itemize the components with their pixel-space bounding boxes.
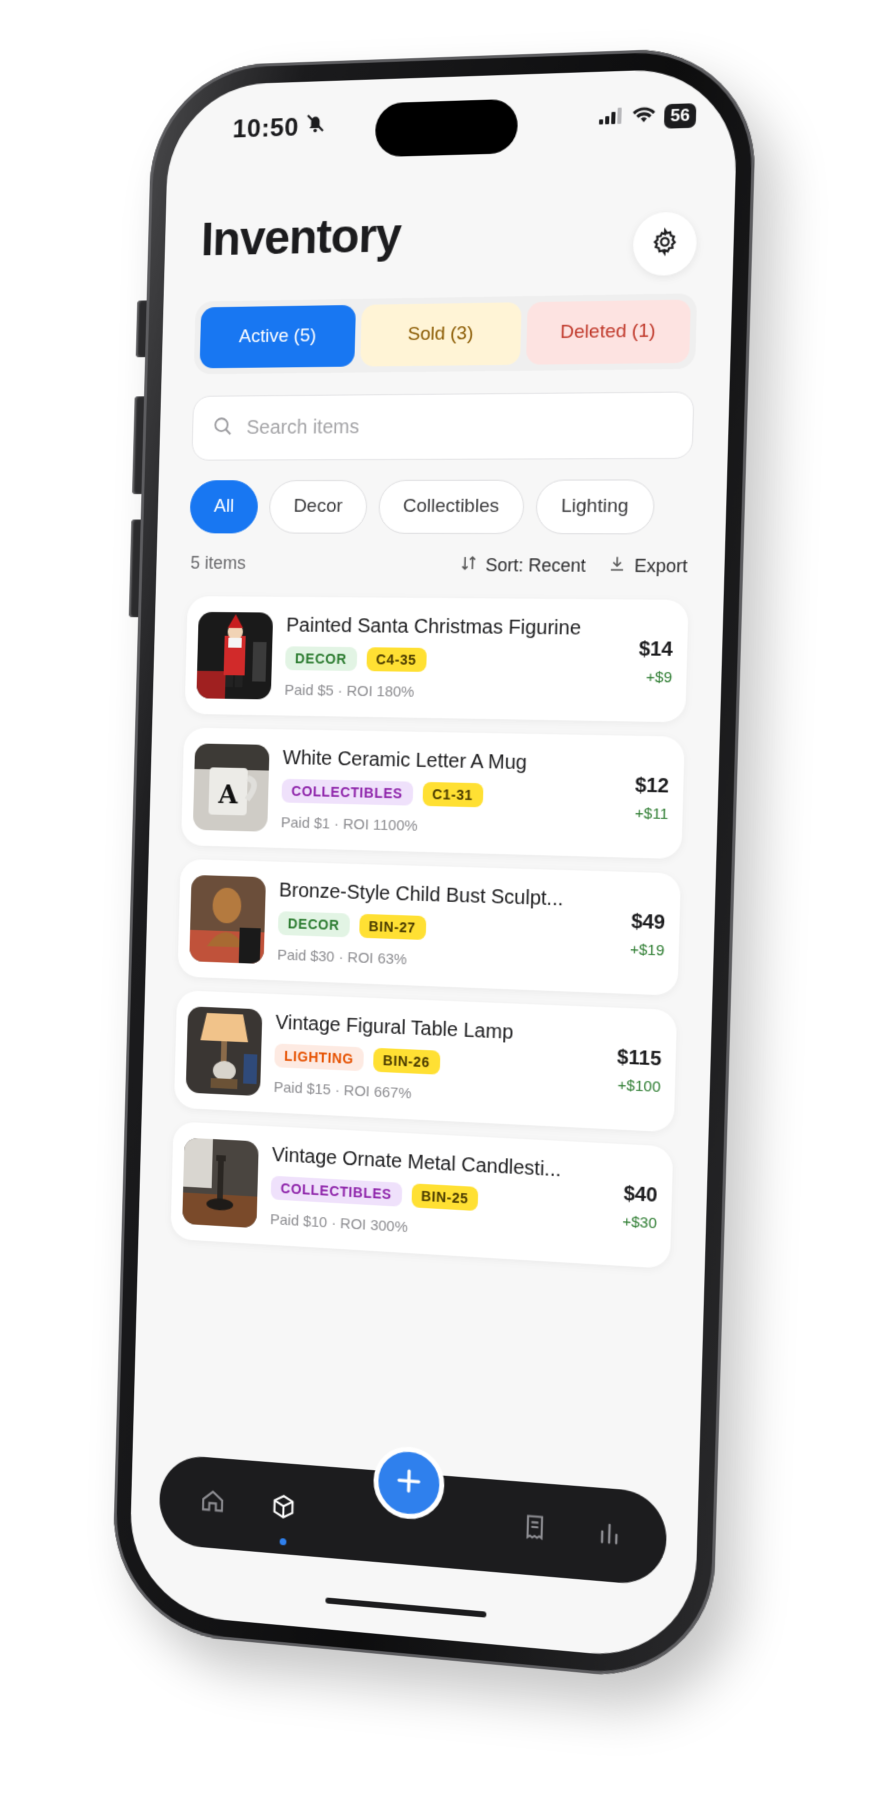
export-button[interactable]: Export — [608, 555, 688, 579]
category-tag: COLLECTIBLES — [281, 778, 413, 806]
item-photo-santa — [196, 611, 274, 700]
export-label: Export — [634, 555, 688, 577]
search-input[interactable] — [246, 413, 693, 440]
inventory-item-card[interactable]: A White Ceramic Letter A Mug COLLECTIBLE… — [181, 727, 685, 860]
item-title: Vintage Figural Table Lamp — [275, 1011, 514, 1044]
tab-deleted[interactable]: Deleted (1) — [525, 299, 691, 365]
tab-active[interactable]: Active (5) — [199, 304, 357, 369]
status-bar: 10:50 56 — [167, 67, 739, 175]
volume-up-button — [132, 396, 145, 495]
item-cost-roi: Paid $1 · ROI 1100% — [280, 814, 418, 835]
item-profit: +$100 — [617, 1076, 661, 1097]
nav-home[interactable] — [191, 1480, 234, 1527]
item-tags: LIGHTING BIN-26 — [274, 1043, 441, 1075]
inventory-item-card[interactable]: Bronze-Style Child Bust Sculpt... DECOR … — [177, 858, 681, 996]
sort-icon — [459, 554, 477, 577]
svg-text:A: A — [217, 780, 239, 811]
status-tabs: Active (5) Sold (3) Deleted (1) — [193, 293, 698, 375]
box-icon — [270, 1491, 298, 1526]
settings-button[interactable] — [632, 211, 698, 277]
item-photo-mug: A — [192, 743, 270, 832]
item-price: $14 — [638, 638, 674, 661]
item-cost-roi: Paid $15 · ROI 667% — [273, 1078, 412, 1103]
bell-muted-icon — [303, 111, 329, 138]
bin-tag: C4-35 — [366, 647, 427, 672]
plus-icon — [394, 1464, 424, 1501]
item-profit: +$19 — [629, 941, 665, 960]
list-actions: Sort: Recent Export — [459, 554, 688, 579]
nav-inventory[interactable] — [262, 1485, 306, 1532]
status-icons: 56 — [599, 103, 697, 130]
inventory-item-card[interactable]: Vintage Figural Table Lamp LIGHTING BIN-… — [173, 990, 678, 1133]
item-tags: DECOR C4-35 — [285, 646, 427, 672]
gear-icon — [650, 227, 680, 261]
item-profit: +$30 — [622, 1213, 658, 1233]
inventory-item-card[interactable]: Vintage Ornate Metal Candlesti... COLLEC… — [170, 1121, 674, 1269]
category-tag: DECOR — [277, 911, 350, 938]
page-title: Inventory — [200, 209, 402, 267]
home-indicator — [325, 1597, 487, 1618]
battery-indicator: 56 — [664, 103, 697, 129]
inventory-item-card[interactable]: Painted Santa Christmas Figurine DECOR C… — [184, 596, 689, 723]
item-title: Painted Santa Christmas Figurine — [285, 614, 582, 640]
dynamic-island — [374, 98, 519, 158]
volume-down-button — [128, 519, 141, 618]
search-icon — [212, 415, 234, 442]
wifi-icon — [631, 105, 656, 129]
filter-chip-collectibles[interactable]: Collectibles — [377, 479, 525, 535]
category-tag: DECOR — [285, 646, 357, 671]
item-photo-lamp — [185, 1006, 263, 1097]
item-photo-bust — [189, 874, 266, 964]
item-count: 5 items — [190, 552, 247, 573]
search-bar — [191, 391, 695, 461]
item-profit: +$11 — [634, 804, 669, 824]
bin-tag: BIN-25 — [411, 1183, 479, 1212]
inventory-list: Painted Santa Christmas Figurine DECOR C… — [170, 596, 689, 1283]
item-tags: COLLECTIBLES C1-31 — [281, 778, 484, 808]
sort-label: Sort: Recent — [485, 555, 586, 576]
bar-chart-icon — [595, 1517, 624, 1553]
filter-chip-all[interactable]: All — [189, 480, 259, 534]
bin-tag: BIN-26 — [372, 1047, 441, 1075]
nav-analytics[interactable] — [586, 1511, 632, 1559]
category-tag: COLLECTIBLES — [270, 1175, 402, 1207]
item-cost-roi: Paid $10 · ROI 300% — [269, 1211, 408, 1237]
item-price: $12 — [634, 774, 670, 798]
cellular-signal-icon — [599, 107, 624, 129]
item-profit: +$9 — [645, 668, 673, 687]
sort-button[interactable]: Sort: Recent — [459, 554, 586, 578]
bottom-nav — [158, 1444, 668, 1587]
item-title: Bronze-Style Child Bust Sculpt... — [278, 879, 564, 911]
item-tags: DECOR BIN-27 — [277, 911, 426, 941]
filter-chip-lighting[interactable]: Lighting — [535, 479, 655, 535]
active-tab-indicator — [279, 1538, 287, 1546]
action-button — [135, 300, 147, 358]
receipt-icon — [520, 1511, 549, 1547]
bin-tag: C1-31 — [422, 781, 484, 808]
tab-sold[interactable]: Sold (3) — [360, 302, 522, 367]
add-item-button[interactable] — [372, 1444, 446, 1522]
screen: 10:50 56 Inventory Active (5) Sold (3) D… — [128, 67, 739, 1663]
home-icon — [199, 1486, 227, 1521]
category-filters: All Decor Collectibles Lighting — [189, 479, 655, 535]
filter-chip-decor[interactable]: Decor — [268, 479, 368, 534]
item-tags: COLLECTIBLES BIN-25 — [270, 1175, 479, 1212]
bin-tag: BIN-27 — [358, 913, 426, 941]
item-photo-candlestick — [182, 1137, 259, 1229]
item-price: $115 — [616, 1046, 662, 1071]
item-price: $40 — [623, 1182, 658, 1207]
item-cost-roi: Paid $30 · ROI 63% — [277, 946, 408, 969]
item-title: White Ceramic Letter A Mug — [282, 747, 528, 775]
phone-frame: 10:50 56 Inventory Active (5) Sold (3) D… — [110, 45, 758, 1685]
status-time: 10:50 — [232, 111, 300, 144]
download-icon — [608, 555, 627, 578]
nav-receipts[interactable] — [512, 1505, 557, 1553]
category-tag: LIGHTING — [274, 1043, 364, 1072]
item-cost-roi: Paid $5 · ROI 180% — [284, 681, 415, 701]
item-price: $49 — [630, 910, 666, 935]
